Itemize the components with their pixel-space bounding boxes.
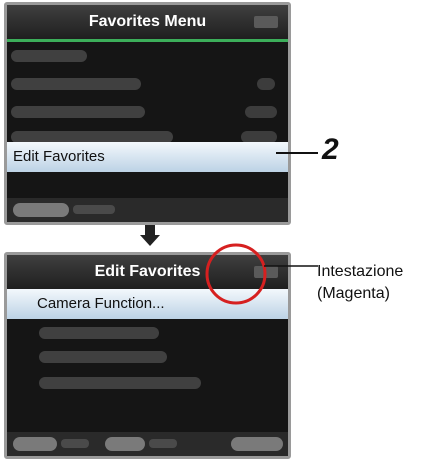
header-label-line2: (Magenta): [317, 285, 390, 302]
header-color-label: Intestazione (Magenta): [317, 261, 403, 305]
highlight-overlay: [205, 243, 318, 305]
header-label-line1: Intestazione: [317, 263, 404, 280]
highlight-circle: [205, 243, 267, 305]
